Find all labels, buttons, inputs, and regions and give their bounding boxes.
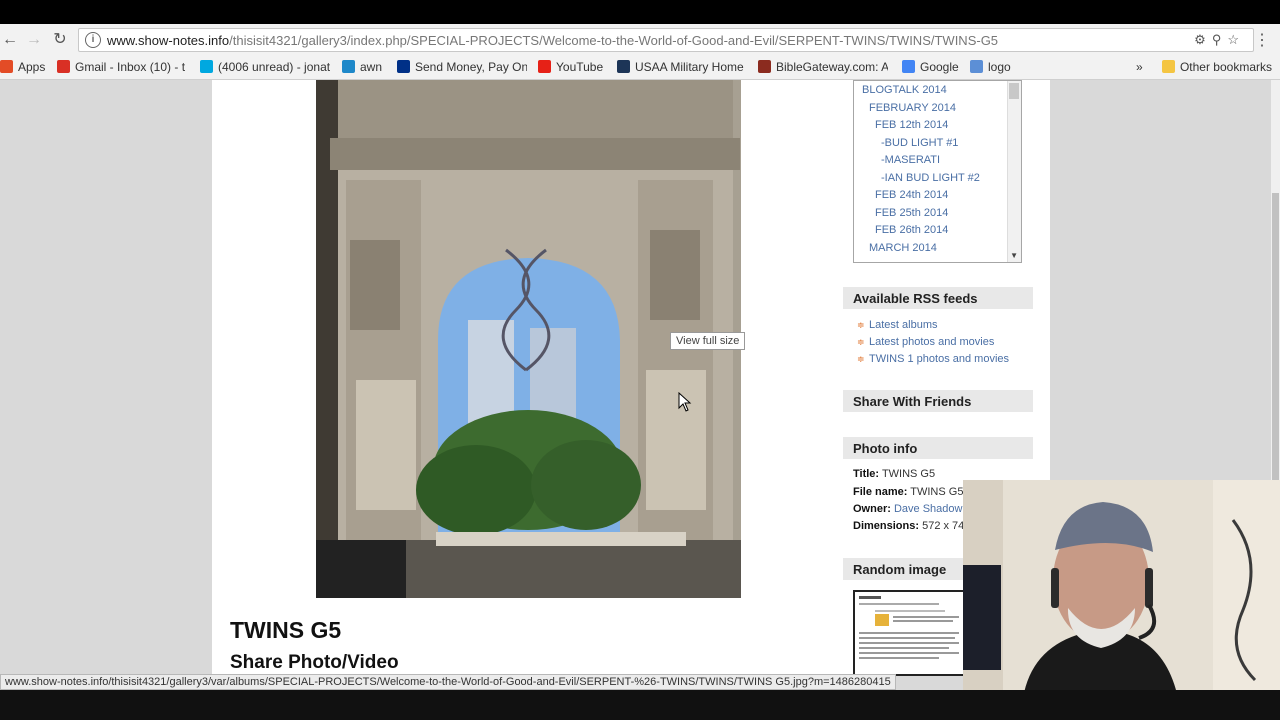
info-file-value: TWINS G5.j (910, 486, 969, 498)
rss-item[interactable]: ≑ Latest photos and movies (857, 336, 994, 348)
gmail-icon (57, 60, 70, 73)
biblegateway-icon (758, 60, 771, 73)
info-owner-label: Owner: (853, 503, 891, 515)
bookmark-3[interactable]: (4006 unread) - jonat (200, 60, 330, 74)
awn-icon (342, 60, 355, 73)
info-dimensions: Dimensions: 572 x 74 (853, 520, 964, 532)
bookmark-5[interactable]: Send Money, Pay Onl (397, 60, 527, 74)
url-text[interactable]: www.show-notes.info/thisisit4321/gallery… (107, 33, 998, 48)
paypal-icon (397, 60, 410, 73)
youtube-icon (538, 60, 551, 73)
webcam-overlay (963, 480, 1280, 698)
omnibox-icons: ⚙⚲☆ (1194, 32, 1245, 48)
webcam-video-image (963, 480, 1280, 698)
other-bookmarks[interactable]: Other bookmarks (1161, 60, 1272, 74)
address-bar[interactable]: i www.show-notes.info/thisisit4321/galle… (78, 28, 1254, 52)
screen: ← → ↻ i www.show-notes.info/thisisit4321… (0, 0, 1280, 720)
url-host: www.show-notes.info (107, 33, 230, 48)
scroll-down-arrow-icon[interactable]: ▼ (1010, 251, 1018, 260)
document-thumbnail-image (855, 592, 966, 674)
menu-icon[interactable]: ⋮ (1254, 30, 1270, 50)
back-arrow-icon[interactable]: ← (0, 30, 20, 50)
bookmark-label: Google (920, 60, 959, 74)
rss-item-label: TWINS 1 photos and movies (869, 353, 1010, 365)
info-owner: Owner: Dave Shadow (853, 503, 962, 515)
info-file-label: File name: (853, 486, 908, 498)
bookmark-label: Send Money, Pay Onl (415, 60, 527, 74)
bookmarks-bar: Other bookmarks » Apps Gmail - Inbox (10)… (0, 56, 1280, 80)
bookmark-10[interactable]: logo (970, 60, 1011, 74)
info-dim-label: Dimensions: (853, 520, 920, 532)
url-path: /thisisit4321/gallery3/index.php/SPECIAL… (229, 33, 999, 48)
bookmark-label: BibleGateway.com: A (776, 60, 888, 74)
browser-toolbar: ← → ↻ i www.show-notes.info/thisisit4321… (0, 24, 1280, 56)
bookmark-7[interactable]: USAA Military Home (617, 60, 744, 74)
bookmark-label: awn (360, 60, 383, 74)
forward-arrow-icon[interactable]: → (24, 30, 44, 50)
album-tree-item[interactable]: FEBRUARY 2014 (869, 102, 956, 114)
bookmark-6[interactable]: YouTube (538, 60, 603, 74)
bookmark-label: USAA Military Home (635, 60, 744, 74)
bookmark-2[interactable]: Gmail - Inbox (10) - t (57, 60, 185, 74)
bookmark-8[interactable]: BibleGateway.com: A (758, 60, 888, 74)
info-dim-value: 572 x 74 (922, 520, 965, 532)
info-icon[interactable]: i (85, 32, 101, 48)
zoom-icon[interactable]: ⚲ (1212, 32, 1228, 47)
bookmark-label: (4006 unread) - jonat (218, 60, 331, 74)
bookmark-label: Gmail - Inbox (10) - t (75, 60, 186, 74)
info-title-value: TWINS G5 (881, 468, 936, 480)
album-tree-item[interactable]: -IAN BUD LIGHT #2 (881, 172, 980, 184)
info-file-name: File name: TWINS G5.j (853, 486, 969, 498)
rss-item-label: Latest photos and movies (869, 336, 995, 348)
info-title: Title: TWINS G5 (853, 468, 935, 480)
translate-icon[interactable]: ⚙ (1194, 32, 1212, 47)
reload-icon[interactable]: ↻ (50, 30, 70, 50)
album-tree-item[interactable]: -MASERATI (881, 154, 940, 166)
usaa-icon (617, 60, 630, 73)
share-with-friends-heading[interactable]: Share With Friends (843, 390, 1033, 412)
album-tree-scroll-thumb[interactable] (1009, 83, 1019, 99)
window-top-bar (0, 0, 1280, 24)
bookmarks-overflow-button[interactable]: » (1136, 60, 1143, 74)
bookmark-4[interactable]: awn (342, 60, 382, 74)
rss-icon: ≑ (857, 320, 865, 330)
album-tree-scrollbar[interactable]: ▼ (1007, 81, 1021, 262)
album-tree-item[interactable]: -BUD LIGHT #1 (881, 137, 958, 149)
share-photo-heading: Share Photo/Video (230, 652, 399, 673)
folder-icon (1161, 60, 1175, 73)
bookmark-9[interactable]: Google (902, 60, 959, 74)
rss-item[interactable]: ≑ Latest albums (857, 319, 937, 331)
rss-icon: ≑ (857, 354, 865, 364)
rss-item-label: Latest albums (869, 319, 938, 331)
att-icon (200, 60, 213, 73)
photo-title: TWINS G5 (230, 617, 342, 643)
google-icon (902, 60, 915, 73)
album-tree-item[interactable]: FEB 26th 2014 (875, 224, 948, 236)
other-bookmarks-label: Other bookmarks (1179, 60, 1272, 74)
logo-icon (970, 60, 983, 73)
mouse-pointer-icon (678, 392, 692, 412)
album-tree-item[interactable]: FEB 24th 2014 (875, 189, 948, 201)
album-tree-item[interactable]: FEB 12th 2014 (875, 119, 948, 131)
apps-grid-icon (0, 60, 13, 73)
bookmark-label: Apps (18, 60, 46, 74)
view-full-size-tooltip: View full size (670, 332, 746, 350)
bookmark-label: logo (988, 60, 1011, 74)
album-tree-item[interactable]: MARCH 2014 (869, 242, 937, 254)
star-icon[interactable]: ☆ (1227, 32, 1245, 47)
album-tree-item[interactable]: BLOGTALK 2014 (862, 84, 947, 96)
owner-link[interactable]: Dave Shadow (894, 503, 963, 515)
bookmark-1[interactable]: Apps (0, 60, 45, 74)
status-bar-url: www.show-notes.info/thisisit4321/gallery… (0, 674, 896, 690)
album-tree-item[interactable]: FEB 25th 2014 (875, 207, 948, 219)
photo-info-heading: Photo info (843, 437, 1033, 459)
random-image-thumbnail[interactable] (853, 590, 968, 676)
rss-item[interactable]: ≑ TWINS 1 photos and movies (857, 353, 1009, 365)
taskbar (0, 690, 1280, 720)
rss-heading: Available RSS feeds (843, 287, 1033, 309)
info-title-label: Title: (853, 468, 880, 480)
album-tree[interactable]: ▼ BLOGTALK 2014 FEBRUARY 2014 FEB 12th 201… (853, 80, 1022, 263)
rss-icon: ≑ (857, 337, 865, 347)
bookmark-label: YouTube (556, 60, 604, 74)
